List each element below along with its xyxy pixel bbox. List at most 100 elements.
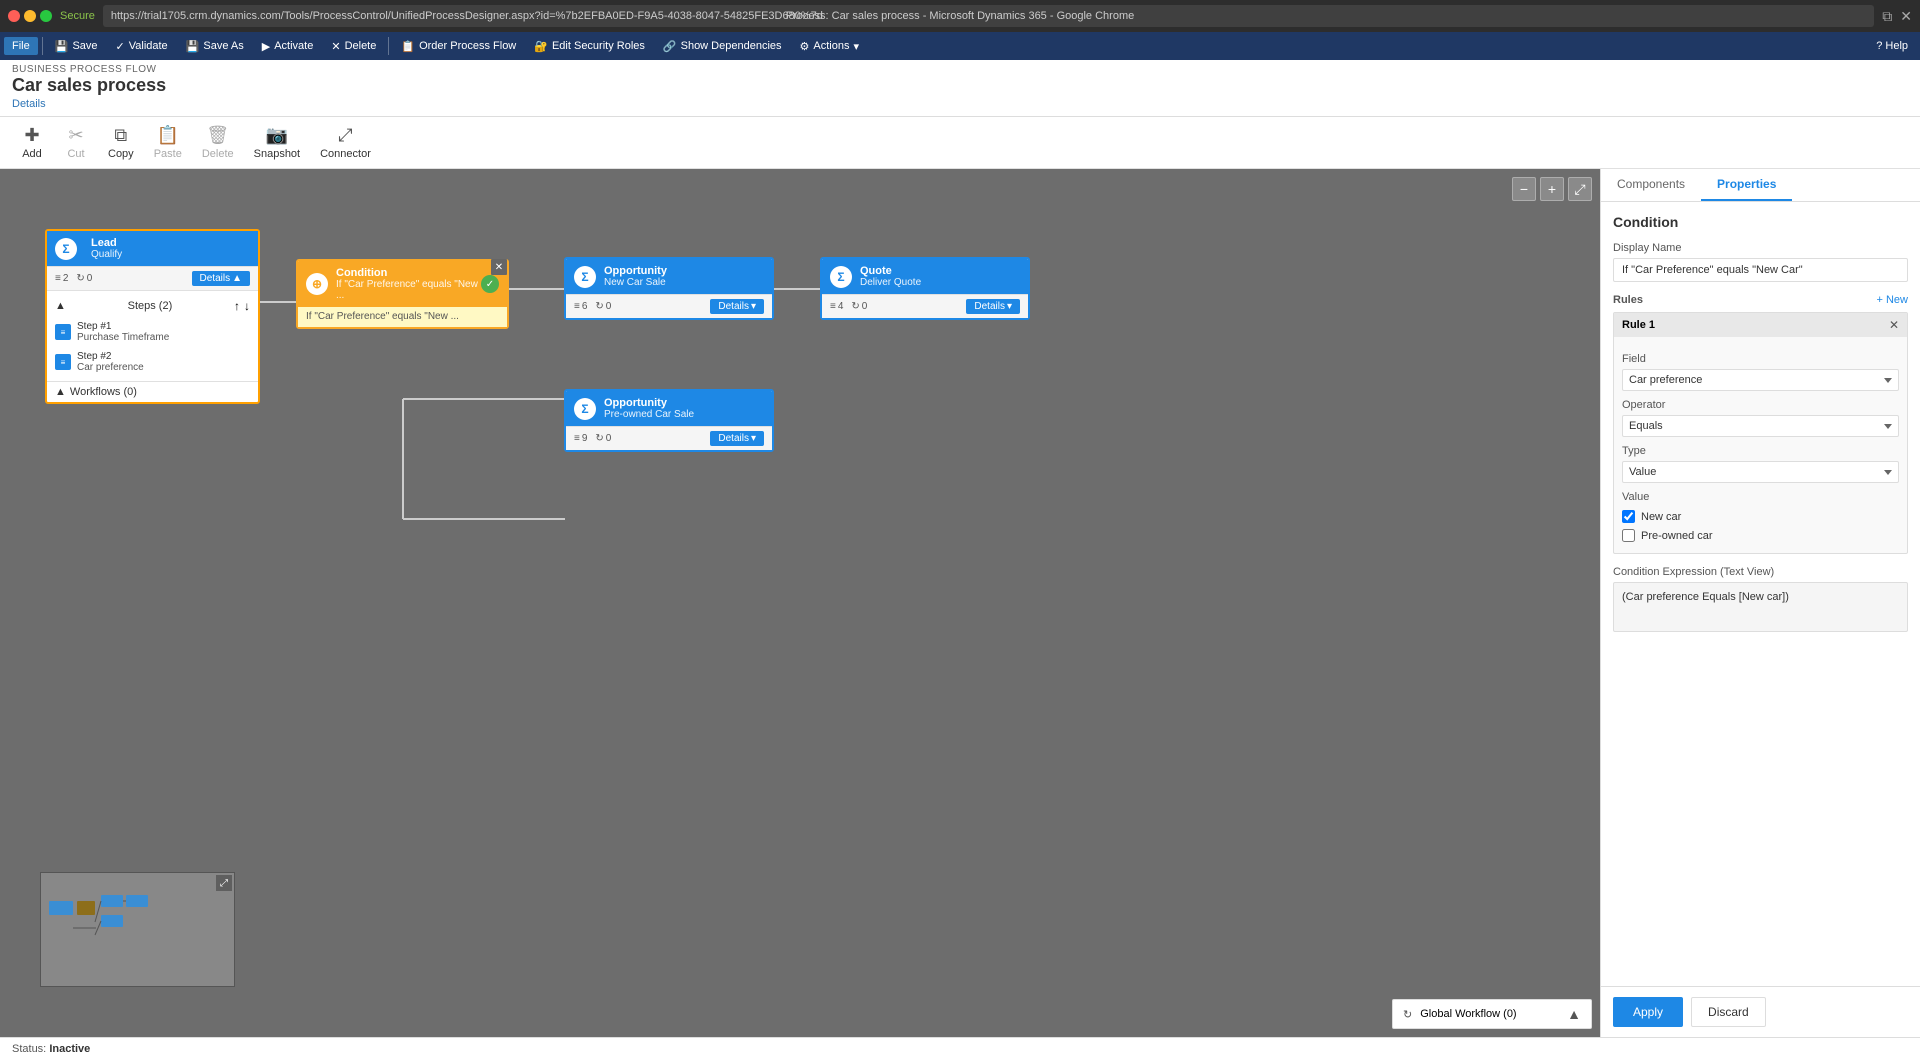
right-panel: Components Properties Condition Display …	[1600, 169, 1920, 1037]
condition-check-icon: ✓	[481, 275, 499, 293]
opp-preowned-workflows-count: 0	[606, 433, 612, 444]
condition-close-button[interactable]: ✕	[491, 259, 507, 275]
opp-new-sym: Σ	[581, 270, 588, 284]
quote-sym: Σ	[837, 270, 844, 284]
condition-node[interactable]: ⊕ Condition If "Car Preference" equals "…	[296, 259, 509, 329]
global-workflow-label: Global Workflow (0)	[1420, 1008, 1516, 1020]
connector-button[interactable]: ⤢ Connector	[312, 121, 379, 164]
global-workflow-collapse-button[interactable]: ▲	[1567, 1006, 1581, 1022]
opportunity-new-node[interactable]: Σ Opportunity New Car Sale ≡ 6 ↻ 0 Detai…	[564, 257, 774, 320]
separator-1	[42, 37, 43, 55]
close-window-button[interactable]	[8, 10, 20, 22]
activate-icon: ▶	[262, 40, 270, 53]
opp-new-workflows-stat: ↻ 0	[595, 301, 611, 312]
quote-steps-icon: ≡	[830, 301, 836, 312]
actions-button[interactable]: ⚙ Actions ▾	[792, 37, 867, 56]
rule-fields: Field Car preference Operator Equals Typ…	[1614, 337, 1907, 553]
opp-preowned-workflows-stat: ↻ 0	[595, 433, 611, 444]
status-value: Inactive	[49, 1043, 90, 1055]
maximize-window-button[interactable]	[40, 10, 52, 22]
quote-workflows-count: 0	[862, 301, 868, 312]
delete-button[interactable]: ✕ Delete	[323, 37, 384, 56]
edit-security-button[interactable]: 🔐 Edit Security Roles	[526, 37, 653, 56]
move-up-button[interactable]: ↑	[234, 299, 240, 313]
copy-button[interactable]: ⧉ Copy	[100, 121, 142, 164]
display-name-input[interactable]	[1613, 258, 1908, 282]
new-car-checkbox[interactable]	[1622, 510, 1635, 523]
canvas-toolbar: ✚ Add ✂ Cut ⧉ Copy 📋 Paste 🗑 Delete 📷 Sn…	[0, 117, 1920, 169]
refresh-icon-2: ↻	[1403, 1008, 1412, 1021]
lead-workflows-count: 0	[87, 273, 93, 284]
global-workflow-bar[interactable]: ↻ Global Workflow (0) ▲	[1392, 999, 1592, 1029]
order-process-button[interactable]: 📋 Order Process Flow	[393, 37, 524, 56]
copy-icon: ⧉	[114, 125, 127, 146]
steps-section: ▲ Steps (2) ↑ ↓ ≡ Step #1 Purchase Timef…	[47, 290, 258, 381]
new-car-label: New car	[1641, 511, 1681, 523]
zoom-out-button[interactable]: −	[1512, 177, 1536, 201]
connector-label: Connector	[320, 148, 371, 160]
quote-node[interactable]: Σ Quote Deliver Quote ≡ 4 ↻ 0 Details	[820, 257, 1030, 320]
components-tab[interactable]: Components	[1601, 169, 1701, 201]
save-as-icon: 💾	[186, 40, 200, 53]
steps-controls[interactable]: ↑ ↓	[234, 299, 250, 313]
delete-tool-icon: 🗑	[206, 125, 229, 146]
paste-button[interactable]: 📋 Paste	[146, 121, 190, 164]
validate-button[interactable]: ✓ Validate	[108, 37, 176, 56]
step2-icon: ≡	[55, 354, 71, 370]
minimize-window-button[interactable]	[24, 10, 36, 22]
preowned-car-label: Pre-owned car	[1641, 530, 1713, 542]
opportunity-preowned-node[interactable]: Σ Opportunity Pre-owned Car Sale ≡ 9 ↻ 0…	[564, 389, 774, 452]
window-controls[interactable]	[8, 10, 52, 22]
operator-select[interactable]: Equals	[1622, 415, 1899, 437]
lead-node-title: Lead	[91, 237, 122, 249]
move-down-button[interactable]: ↓	[244, 299, 250, 313]
url-bar[interactable]	[103, 5, 1874, 27]
file-button[interactable]: File	[4, 37, 38, 55]
delete-tool-label: Delete	[202, 148, 234, 160]
opp-new-workflows-count: 0	[606, 301, 612, 312]
lead-details-button[interactable]: Details ▲	[192, 271, 250, 286]
quote-icon: Σ	[830, 266, 852, 288]
properties-tab[interactable]: Properties	[1701, 169, 1792, 201]
save-as-button[interactable]: 💾 Save As	[178, 37, 252, 56]
rule-close-button[interactable]: ✕	[1889, 318, 1899, 332]
chevron-up-icon: ▲	[232, 273, 242, 284]
new-rule-link[interactable]: + New	[1877, 294, 1909, 306]
connector-icon: ⤢	[338, 125, 352, 146]
quote-header: Σ Quote Deliver Quote	[822, 259, 1028, 294]
opp-new-details-button[interactable]: Details ▾	[710, 299, 764, 314]
opportunity-new-header: Σ Opportunity New Car Sale	[566, 259, 772, 294]
add-icon: ✚	[24, 125, 39, 146]
field-label: Field	[1622, 353, 1899, 365]
opp-new-details-label: Details	[718, 301, 749, 312]
mini-map[interactable]: ⤢	[40, 872, 235, 987]
quote-subtitle: Deliver Quote	[860, 277, 921, 288]
delete-tool-button[interactable]: 🗑 Delete	[194, 121, 242, 164]
show-dependencies-button[interactable]: 🔗 Show Dependencies	[655, 37, 790, 56]
paste-icon: 📋	[157, 125, 179, 146]
quote-details-button[interactable]: Details ▾	[966, 299, 1020, 314]
activate-button[interactable]: ▶ Activate	[254, 37, 322, 56]
apply-button[interactable]: Apply	[1613, 997, 1683, 1027]
help-button[interactable]: ? Help	[1868, 37, 1916, 55]
details-link[interactable]: Details	[12, 98, 46, 110]
type-select[interactable]: Value	[1622, 461, 1899, 483]
quote-title: Quote	[860, 265, 921, 277]
lead-qualify-node[interactable]: Σ Lead Qualify ≡ 2 ↻ 0 Details ▲	[45, 229, 260, 404]
canvas-area[interactable]: − + ⤢ Σ Lead	[0, 169, 1600, 1037]
triangle-icon-2: ▲	[55, 386, 66, 398]
add-button[interactable]: ✚ Add	[12, 121, 52, 164]
rules-title: Rules	[1613, 294, 1643, 306]
snapshot-button[interactable]: 📷 Snapshot	[246, 121, 308, 164]
panel-section-title: Condition	[1613, 214, 1908, 230]
opp-preowned-icon: Σ	[574, 398, 596, 420]
cut-button[interactable]: ✂ Cut	[56, 121, 96, 164]
save-as-label: Save As	[203, 40, 243, 52]
preowned-car-checkbox[interactable]	[1622, 529, 1635, 542]
discard-button[interactable]: Discard	[1691, 997, 1766, 1027]
zoom-in-button[interactable]: +	[1540, 177, 1564, 201]
fit-page-button[interactable]: ⤢	[1568, 177, 1592, 201]
save-button[interactable]: 💾 Save	[47, 37, 106, 56]
opp-preowned-details-button[interactable]: Details ▾	[710, 431, 764, 446]
field-select[interactable]: Car preference	[1622, 369, 1899, 391]
